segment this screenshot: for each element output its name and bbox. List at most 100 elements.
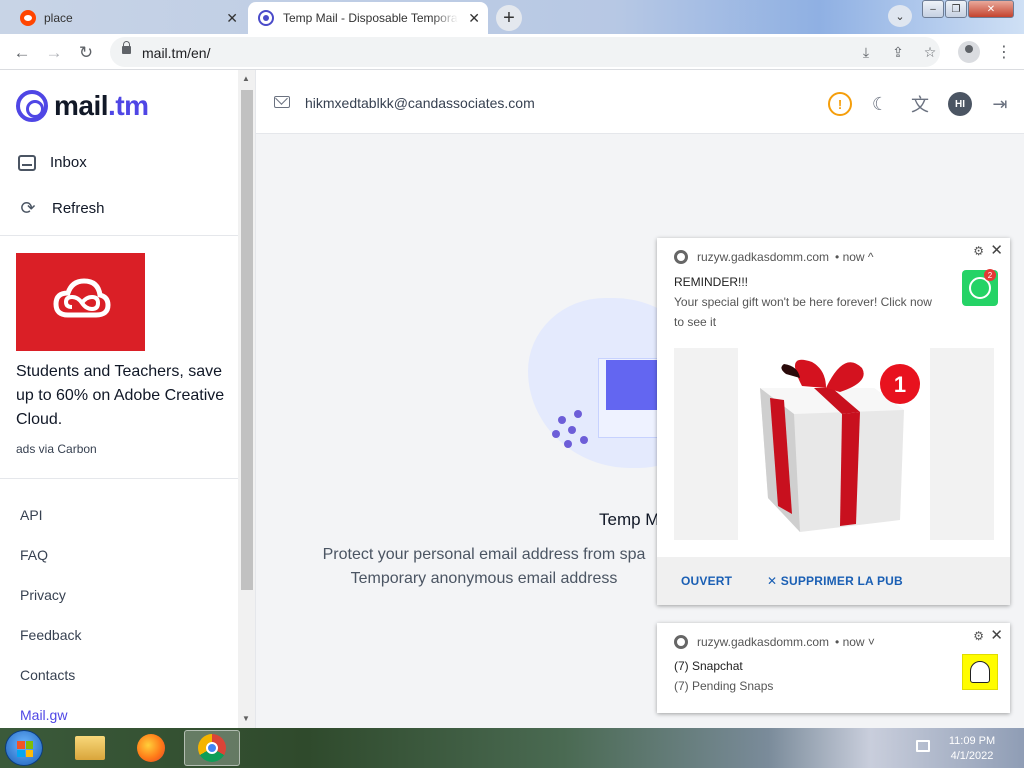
tab-title: Temp Mail - Disposable Temporary Email: [283, 11, 458, 25]
tab-title: place: [44, 11, 73, 25]
clock-time: 11:09 PM: [948, 735, 996, 747]
sidebar-item-label: Refresh: [52, 199, 105, 217]
tab-search-chevron-icon[interactable]: ⌄: [888, 5, 912, 27]
start-button[interactable]: [5, 730, 43, 766]
mailbox-header: hikmxedtablkk@candassociates.com ! ☾ 文 H…: [256, 70, 1024, 134]
close-icon[interactable]: ✕: [990, 241, 1003, 259]
scrollbar-thumb[interactable]: [241, 90, 253, 590]
notification-time[interactable]: • now ˅: [835, 635, 875, 649]
windows-taskbar: 11:09 PM 4/1/2022: [0, 728, 1024, 768]
tab-place[interactable]: place ✕: [8, 2, 246, 34]
sidebar-link-feedback[interactable]: Feedback: [20, 627, 81, 643]
inbox-icon: [18, 154, 36, 171]
install-app-icon[interactable]: ⤓: [856, 42, 876, 62]
notification-body: Your special gift won't be here forever!…: [674, 295, 932, 329]
description-line-1: Protect your personal email address from…: [322, 546, 646, 563]
folder-icon: [75, 736, 105, 760]
at-sign-logo-icon: [16, 90, 48, 122]
divider: [0, 478, 238, 479]
sidebar-link-faq[interactable]: FAQ: [20, 547, 48, 563]
open-action-button[interactable]: OUVERT: [681, 574, 732, 588]
sidebar-link-privacy[interactable]: Privacy: [20, 587, 66, 603]
notification-site: ruzyw.gadkasdomm.com: [697, 635, 830, 649]
scroll-down-arrow-icon[interactable]: ▼: [242, 714, 250, 723]
mailtm-favicon-icon: [258, 10, 274, 26]
creative-cloud-icon: [53, 278, 111, 318]
notification-title: (7) Snapchat: [674, 659, 743, 673]
divider: [0, 235, 238, 236]
window-close-button[interactable]: ✕: [968, 0, 1014, 18]
logout-icon[interactable]: ⇥: [988, 92, 1012, 116]
mailtm-logo[interactable]: mail.tm: [16, 90, 149, 122]
chrome-icon: [198, 734, 226, 762]
dark-mode-moon-icon[interactable]: ☾: [868, 92, 892, 116]
url-text[interactable]: mail.tm/en/: [142, 45, 210, 61]
clock-date: 4/1/2022: [950, 750, 994, 762]
remove-ad-action-button[interactable]: ✕ SUPPRIMER LA PUB: [767, 574, 903, 588]
account-avatar[interactable]: HI: [948, 92, 972, 116]
taskbar-firefox[interactable]: [123, 730, 179, 766]
sidebar-item-refresh[interactable]: ⟳ Refresh: [18, 197, 105, 218]
reddit-icon: [20, 10, 36, 26]
reload-icon[interactable]: ↻: [76, 43, 96, 63]
notification-actions: OUVERT ✕ SUPPRIMER LA PUB: [657, 557, 1010, 605]
forward-arrow-icon[interactable]: →: [44, 43, 64, 63]
tab-temp-mail[interactable]: Temp Mail - Disposable Temporary Email ✕: [248, 2, 488, 34]
sidebar-link-api[interactable]: API: [20, 507, 43, 523]
tab-close-icon[interactable]: ✕: [468, 11, 480, 25]
refresh-icon: ⟳: [20, 197, 36, 218]
description-line-2: Temporary anonymous email address: [350, 570, 618, 587]
sidebar-scrollbar[interactable]: ▲ ▼: [238, 70, 256, 728]
system-clock[interactable]: 11:09 PM 4/1/2022: [940, 734, 1004, 764]
notification-count-badge: 2: [984, 269, 996, 281]
share-icon[interactable]: ⇪: [888, 42, 908, 62]
empty-state-description: Protect your personal email address from…: [311, 543, 657, 591]
profile-avatar-icon[interactable]: [958, 41, 980, 63]
logo-prefix: mail: [54, 90, 109, 121]
translate-icon[interactable]: 文: [908, 92, 932, 116]
address-bar[interactable]: mail.tm/en/ ⤓ ⇪ ☆: [110, 37, 940, 67]
lock-icon[interactable]: [122, 41, 131, 54]
logo-suffix: tm: [115, 90, 149, 121]
sidebar-item-label: Inbox: [50, 154, 87, 171]
chrome-icon: [674, 635, 688, 649]
gear-icon[interactable]: ⚙: [973, 629, 984, 643]
whatsapp-icon: 2: [962, 269, 998, 306]
network-icon[interactable]: [916, 740, 930, 752]
notification-body: (7) Pending Snaps: [674, 679, 774, 693]
close-icon[interactable]: ✕: [990, 626, 1003, 644]
sidebar-link-mailgw[interactable]: Mail.gw: [20, 707, 67, 723]
adobe-ad-image[interactable]: [16, 253, 145, 351]
tab-close-icon[interactable]: ✕: [226, 11, 238, 25]
gift-box-image[interactable]: 1: [674, 348, 994, 540]
email-address[interactable]: hikmxedtablkk@candassociates.com: [305, 95, 535, 111]
taskbar-file-explorer[interactable]: [62, 730, 118, 766]
warning-icon[interactable]: !: [828, 92, 852, 116]
gift-number-badge: 1: [894, 372, 906, 397]
notification-site: ruzyw.gadkasdomm.com: [697, 250, 830, 264]
sidebar: mail.tm Inbox ⟳ Refresh Students and Tea…: [0, 70, 238, 728]
empty-state-title: Temp M: [599, 510, 660, 529]
bookmark-star-icon[interactable]: ☆: [920, 42, 940, 62]
window-controls: – ❐ ✕: [922, 0, 1015, 20]
sidebar-item-inbox[interactable]: Inbox: [18, 154, 87, 171]
gear-icon[interactable]: ⚙: [973, 244, 984, 258]
envelope-icon: [274, 96, 290, 108]
restore-button[interactable]: ❐: [945, 0, 967, 18]
notification-time[interactable]: • now ^: [835, 250, 874, 264]
ad-via-link[interactable]: ads via Carbon: [16, 442, 97, 456]
sidebar-link-contacts[interactable]: Contacts: [20, 667, 75, 683]
push-notification-gift[interactable]: ruzyw.gadkasdomm.com • now ^ ⚙ ✕ REMINDE…: [657, 238, 1010, 605]
taskbar-chrome[interactable]: [184, 730, 240, 766]
minimize-button[interactable]: –: [922, 0, 944, 18]
windows-logo-icon: [17, 741, 33, 757]
new-tab-button[interactable]: +: [496, 5, 522, 31]
back-arrow-icon[interactable]: ←: [12, 43, 32, 63]
scroll-up-arrow-icon[interactable]: ▲: [242, 74, 250, 83]
menu-kebab-icon[interactable]: ⋮: [996, 42, 1012, 62]
ad-text[interactable]: Students and Teachers, save up to 60% on…: [16, 360, 226, 432]
chrome-icon: [674, 250, 688, 264]
gift-box-icon: 1: [760, 359, 920, 532]
firefox-icon: [137, 734, 165, 762]
push-notification-snapchat[interactable]: ruzyw.gadkasdomm.com • now ˅ ⚙ ✕ (7) Sna…: [657, 623, 1010, 713]
